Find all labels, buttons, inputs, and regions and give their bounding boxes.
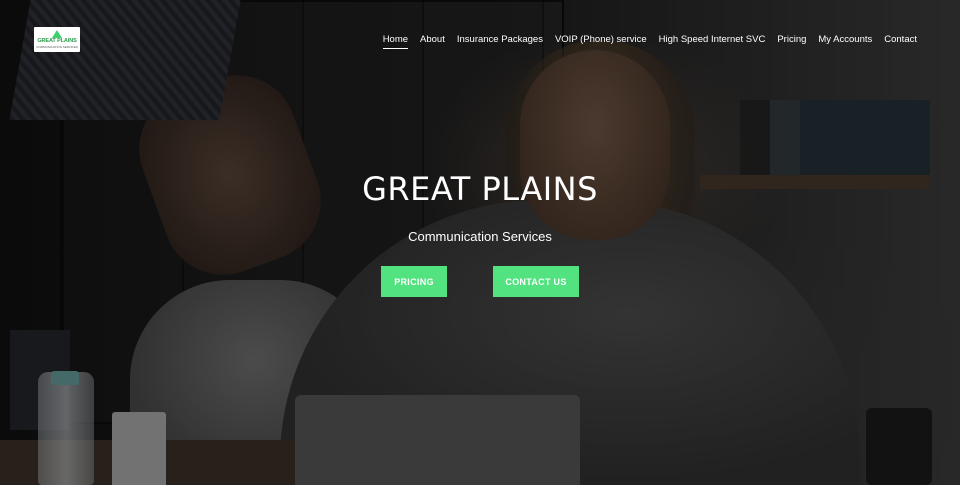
nav-item-voip-service[interactable]: VOIP (Phone) service — [555, 34, 647, 49]
logo-text: GREAT PLAINS — [37, 38, 77, 45]
nav-item-home[interactable]: Home — [382, 34, 409, 49]
nav-item-insurance-packages[interactable]: Insurance Packages — [457, 34, 543, 49]
nav-item-high-speed-internet[interactable]: High Speed Internet SVC — [659, 34, 766, 49]
nav-item-about[interactable]: About — [420, 34, 445, 49]
main-navigation: Home About Insurance Packages VOIP (Phon… — [382, 34, 917, 49]
pricing-button[interactable]: PRICING — [381, 266, 447, 297]
logo-triangle-icon — [52, 30, 62, 39]
logo-subtext: COMMUNICATION SERVICES — [36, 44, 78, 49]
hero-title: GREAT PLAINS — [362, 170, 598, 208]
hero-subtitle: Communication Services — [408, 229, 552, 244]
site-logo[interactable]: GREAT PLAINS COMMUNICATION SERVICES — [34, 27, 80, 52]
nav-item-contact[interactable]: Contact — [884, 34, 917, 49]
contact-us-button[interactable]: CONTACT US — [493, 266, 579, 297]
nav-item-my-accounts[interactable]: My Accounts — [818, 34, 872, 49]
nav-item-pricing[interactable]: Pricing — [777, 34, 806, 49]
